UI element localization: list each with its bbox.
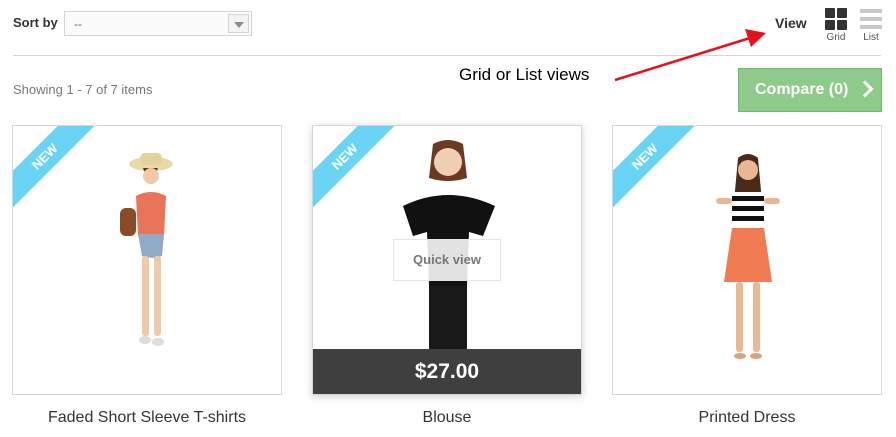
product-card[interactable]: NEW Quick view $27.00 — [312, 125, 582, 395]
grid-view-button[interactable]: Grid — [821, 6, 851, 43]
product-image[interactable] — [98, 148, 198, 378]
grid-view-label: Grid — [826, 32, 846, 43]
list-view-label: List — [863, 32, 879, 43]
new-badge: NEW — [613, 126, 697, 209]
price-bar: $27.00 — [313, 349, 581, 394]
annotation-text: Grid or List views — [459, 65, 590, 84]
quick-view-button[interactable]: Quick view — [393, 239, 501, 281]
product-name[interactable]: Printed Dress — [612, 409, 882, 427]
sort-by-label: Sort by — [13, 15, 58, 30]
product-name[interactable]: Faded Short Sleeve T-shirts — [12, 409, 282, 427]
new-badge: NEW — [13, 126, 97, 209]
compare-label: Compare (0) — [755, 81, 849, 98]
product-name[interactable]: Blouse — [312, 409, 582, 427]
chevron-right-icon — [856, 80, 874, 98]
compare-button[interactable]: Compare (0) — [738, 68, 882, 112]
list-icon — [860, 8, 882, 30]
product-image[interactable] — [698, 152, 798, 377]
list-view-button[interactable]: List — [856, 6, 886, 43]
chevron-down-icon[interactable] — [228, 14, 249, 33]
product-card[interactable]: NEW — [612, 125, 882, 395]
sort-select[interactable]: -- — [64, 11, 252, 36]
product-card[interactable]: NEW — [12, 125, 282, 395]
sort-select-value: -- — [74, 17, 82, 31]
results-count: Showing 1 - 7 of 7 items — [13, 82, 153, 97]
grid-icon — [825, 8, 847, 30]
